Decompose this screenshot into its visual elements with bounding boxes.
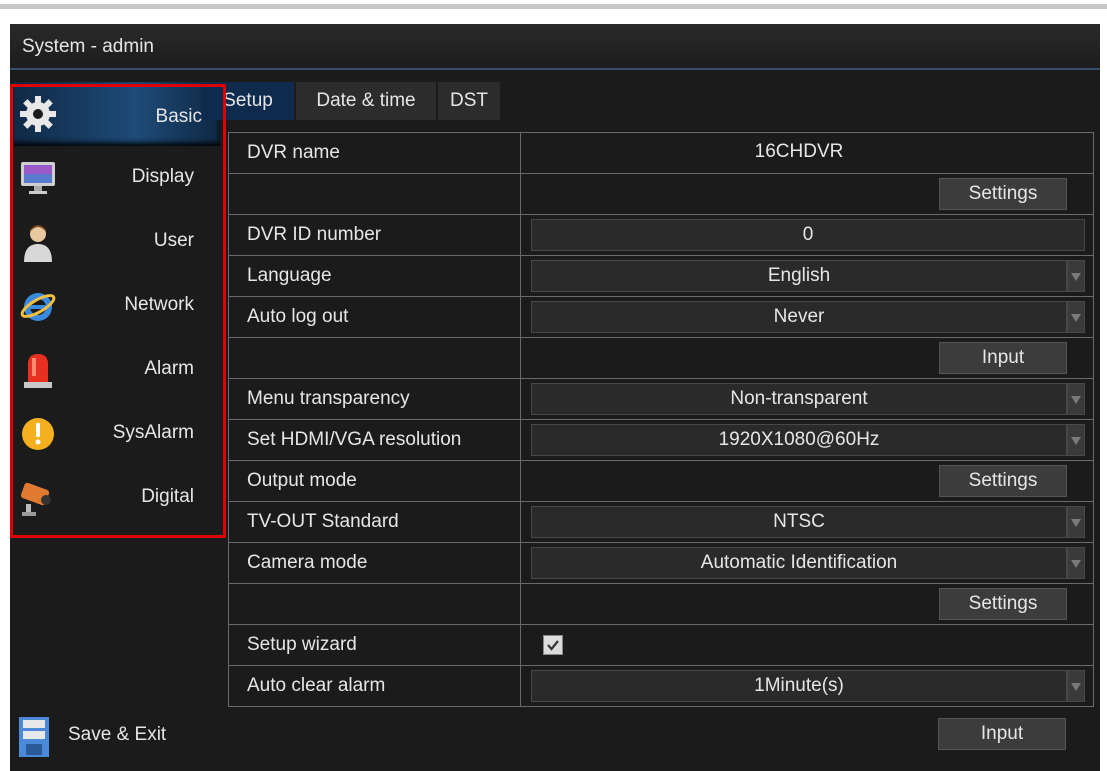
language-select[interactable]: English	[531, 260, 1067, 292]
row-dvr-id: DVR ID number 0	[228, 214, 1094, 256]
dvr-id-input[interactable]: 0	[531, 219, 1085, 251]
auto-clear-alarm-select[interactable]: 1Minute(s)	[531, 670, 1067, 702]
sidebar-item-label: Alarm	[144, 358, 194, 379]
row-auto-clear-alarm: Auto clear alarm 1Minute(s)	[228, 665, 1094, 707]
monitor-icon	[21, 162, 55, 194]
tab-dst[interactable]: DST	[438, 82, 502, 120]
save-exit-button[interactable]: Save & Exit	[10, 712, 220, 762]
camera-mode-settings-button[interactable]: Settings	[939, 588, 1067, 620]
empty-label	[229, 338, 521, 378]
window-title: System - admin	[10, 24, 1100, 70]
user-icon	[24, 225, 52, 262]
sidebar-item-label: User	[153, 230, 194, 251]
chevron-down-icon[interactable]	[1067, 424, 1085, 456]
row-output-mode: Output mode Settings	[228, 460, 1094, 502]
auto-clear-alarm-input-button[interactable]: Input	[938, 718, 1066, 750]
menu-transparency-select[interactable]: Non-transparent	[531, 383, 1067, 415]
chevron-down-icon[interactable]	[1067, 260, 1085, 292]
system-window: System - admin Basic Display User Networ…	[10, 24, 1100, 771]
setup-wizard-checkbox[interactable]	[543, 635, 563, 655]
row-auto-log-out: Auto log out Never	[228, 296, 1094, 338]
row-dvr-name: DVR name 16CHDVR	[228, 132, 1094, 174]
sidebar-item-label: SysAlarm	[112, 422, 194, 443]
save-icon	[19, 717, 49, 757]
warning-icon	[22, 418, 54, 450]
auto-clear-alarm-label: Auto clear alarm	[229, 666, 521, 706]
sidebar-item-label: Basic	[155, 106, 202, 127]
dvr-id-label: DVR ID number	[229, 215, 521, 255]
sidebar-item-basic[interactable]: Basic	[10, 82, 220, 146]
sidebar-item-digital[interactable]: Digital	[10, 466, 220, 530]
chevron-down-icon[interactable]	[1067, 506, 1085, 538]
output-mode-settings-button[interactable]: Settings	[939, 465, 1067, 497]
dvr-name-value[interactable]: 16CHDVR	[531, 137, 1067, 169]
row-dvr-settings: Settings	[228, 173, 1094, 215]
auto-log-out-input-button[interactable]: Input	[939, 342, 1067, 374]
tab-date-time[interactable]: Date & time	[296, 82, 438, 120]
auto-log-out-select[interactable]: Never	[531, 301, 1067, 333]
network-icon	[20, 293, 56, 321]
language-label: Language	[229, 256, 521, 296]
gear-icon	[20, 96, 56, 132]
row-resolution: Set HDMI/VGA resolution 1920X1080@60Hz	[228, 419, 1094, 461]
camera-mode-label: Camera mode	[229, 543, 521, 583]
row-tv-out: TV-OUT Standard NTSC	[228, 501, 1094, 543]
empty-label	[229, 174, 521, 214]
empty-label	[229, 584, 521, 624]
tv-out-label: TV-OUT Standard	[229, 502, 521, 542]
sidebar-item-display[interactable]: Display	[10, 146, 220, 210]
resolution-select[interactable]: 1920X1080@60Hz	[531, 424, 1067, 456]
auto-log-out-label: Auto log out	[229, 297, 521, 337]
row-menu-transparency: Menu transparency Non-transparent	[228, 378, 1094, 420]
output-mode-label: Output mode	[229, 461, 521, 501]
camera-icon	[20, 482, 51, 516]
sidebar-item-label: Display	[131, 166, 194, 187]
chevron-down-icon[interactable]	[1067, 670, 1085, 702]
sidebar: Basic Display User Network Alarm SysAlar…	[10, 82, 220, 771]
setup-wizard-label: Setup wizard	[229, 625, 521, 665]
sidebar-item-label: Network	[124, 294, 194, 315]
alarm-light-icon	[24, 354, 52, 388]
chevron-down-icon[interactable]	[1067, 547, 1085, 579]
menu-transparency-label: Menu transparency	[229, 379, 521, 419]
row-camera-mode: Camera mode Automatic Identification	[228, 542, 1094, 584]
row-camera-mode-settings: Settings	[228, 583, 1094, 625]
dvr-name-settings-button[interactable]: Settings	[939, 178, 1067, 210]
save-exit-label: Save & Exit	[68, 724, 167, 745]
tv-out-select[interactable]: NTSC	[531, 506, 1067, 538]
sidebar-item-alarm[interactable]: Alarm	[10, 338, 220, 402]
camera-mode-select[interactable]: Automatic Identification	[531, 547, 1067, 579]
sidebar-item-network[interactable]: Network	[10, 274, 220, 338]
resolution-label: Set HDMI/VGA resolution	[229, 420, 521, 460]
chevron-down-icon[interactable]	[1067, 383, 1085, 415]
dvr-name-label: DVR name	[229, 133, 521, 173]
sidebar-item-sysalarm[interactable]: SysAlarm	[10, 402, 220, 466]
tab-setup[interactable]: Setup	[202, 82, 296, 120]
sidebar-item-label: Digital	[141, 486, 194, 507]
sidebar-item-user[interactable]: User	[10, 210, 220, 274]
checkmark-icon	[547, 640, 559, 651]
row-language: Language English	[228, 255, 1094, 297]
row-auto-log-out-input: Input	[228, 337, 1094, 379]
top-border	[0, 4, 1107, 9]
row-setup-wizard: Setup wizard	[228, 624, 1094, 666]
chevron-down-icon[interactable]	[1067, 301, 1085, 333]
